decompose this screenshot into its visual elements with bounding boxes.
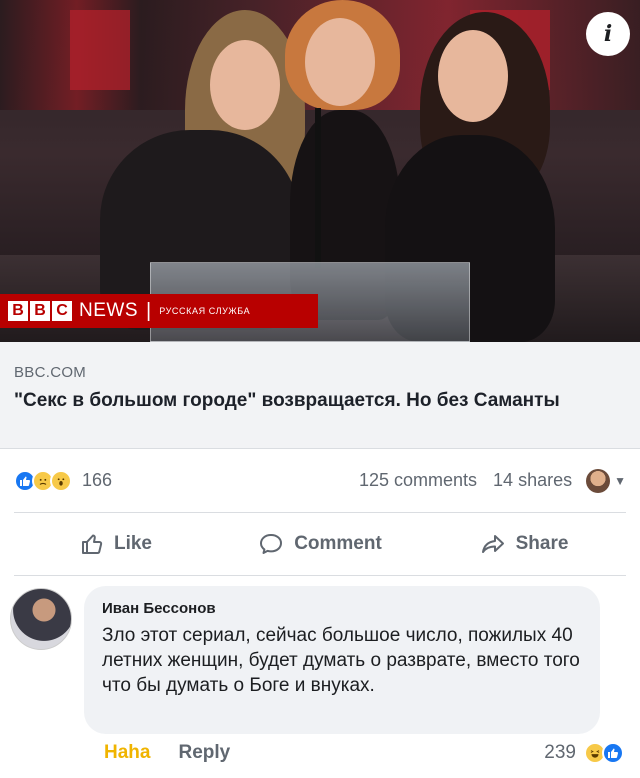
share-button[interactable]: Share <box>422 513 626 575</box>
comment-button[interactable]: Comment <box>218 513 422 575</box>
comment-text: Зло этот сериал, сейчас большое число, п… <box>102 625 580 696</box>
bbc-logo-letter: C <box>52 301 72 321</box>
comments-count[interactable]: 125 comments <box>359 470 477 491</box>
thumbs-up-icon <box>81 534 103 554</box>
like-icon <box>602 742 624 764</box>
comment-bubble[interactable]: Иван Бессонов Зло этот сериал, сейчас бо… <box>84 586 600 734</box>
comment-footer: Haha Reply 239 <box>104 742 624 764</box>
post-stats-bar: 166 125 comments 14 shares ▼ <box>0 448 640 512</box>
bbc-news-banner: B B C NEWS | РУССКАЯ СЛУЖБА <box>0 294 318 328</box>
stage-light-panel <box>70 10 130 90</box>
link-title[interactable]: "Секс в большом городе" возвращается. Но… <box>14 389 626 413</box>
bbc-service-label: РУССКАЯ СЛУЖБА <box>159 306 251 316</box>
comment-icon <box>260 534 283 554</box>
bbc-logo: B B C <box>8 301 72 321</box>
reply-button[interactable]: Reply <box>178 742 230 764</box>
info-icon[interactable]: i <box>586 12 630 56</box>
stats-right: 125 comments 14 shares ▼ <box>359 468 626 493</box>
comment-author[interactable]: Иван Бессонов <box>102 600 582 617</box>
comment-reaction-count[interactable]: 239 <box>544 742 576 764</box>
bbc-logo-letter: B <box>30 301 50 321</box>
comment-section: Иван Бессонов Зло этот сериал, сейчас бо… <box>0 576 640 778</box>
article-preview-image[interactable]: i B B C NEWS | РУССКАЯ СЛУЖБА <box>0 0 640 342</box>
person-middle-face <box>305 18 375 106</box>
avatar[interactable] <box>10 588 72 650</box>
link-preview-text[interactable]: BBC.COM "Секс в большом городе" возвраща… <box>0 342 640 448</box>
haha-reaction-button[interactable]: Haha <box>104 742 150 764</box>
reaction-count[interactable]: 166 <box>82 470 112 491</box>
share-icon <box>481 535 504 553</box>
shares-count[interactable]: 14 shares <box>493 470 572 491</box>
bbc-separator: | <box>146 299 152 322</box>
like-label: Like <box>113 533 153 554</box>
bbc-logo-letter: B <box>8 301 28 321</box>
reaction-icons[interactable] <box>14 469 72 492</box>
like-button[interactable]: Like <box>14 513 218 575</box>
chevron-down-icon[interactable]: ▼ <box>614 474 626 488</box>
person-left-face <box>210 40 280 130</box>
bbc-news-label: NEWS <box>79 300 138 321</box>
link-domain: BBC.COM <box>14 364 87 381</box>
comment-label: Comment <box>294 533 382 554</box>
share-label: Share <box>515 533 569 554</box>
wow-icon <box>50 469 72 492</box>
post-actions: Like Comment Share <box>14 512 626 576</box>
reaction-audience-avatar[interactable] <box>586 468 611 493</box>
person-right-face <box>438 30 508 122</box>
microphone <box>315 108 321 268</box>
